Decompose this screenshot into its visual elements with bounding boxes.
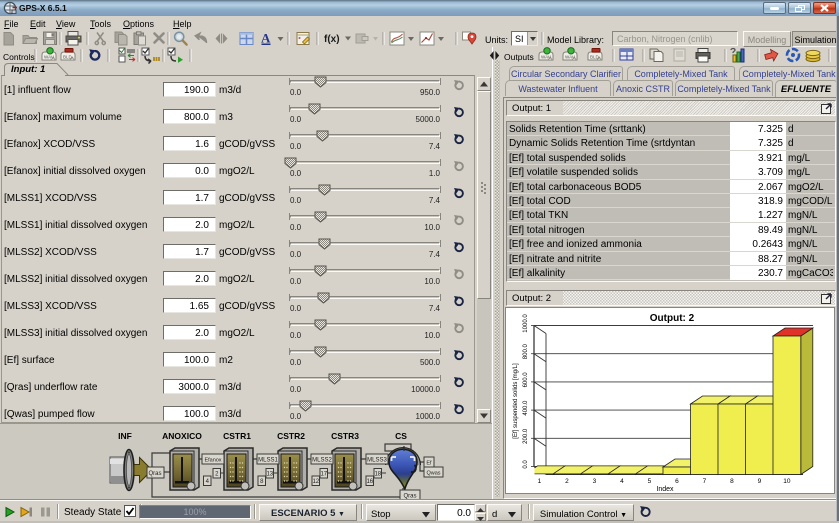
svg-text:A: A [261,31,271,46]
svg-text:ANOXICO: ANOXICO [162,431,202,441]
svg-text:INF: INF [118,431,132,441]
svg-text:Qwas: Qwas [426,471,440,477]
svg-text:Output: 2: Output: 2 [650,313,695,324]
svg-text:18: 18 [374,472,381,478]
svg-text:Index: Index [656,486,674,493]
svg-text:17: 17 [320,472,327,478]
svg-text:CSTR3: CSTR3 [331,431,359,441]
svg-text:200.0: 200.0 [523,428,529,444]
svg-text:CSTR1: CSTR1 [223,431,251,441]
svg-text:7: 7 [703,478,707,485]
svg-text:0.0: 0.0 [523,460,529,469]
svg-text:1000.0: 1000.0 [523,314,529,333]
svg-text:6: 6 [675,478,679,485]
svg-text:MLSS3: MLSS3 [367,458,387,464]
svg-text:CS: CS [395,431,407,441]
svg-text:MLSS2: MLSS2 [312,458,332,464]
svg-text:[Ef] suspended solids [mg/L]: [Ef] suspended solids [mg/L] [513,363,519,439]
svg-text:f(x): f(x) [324,34,340,45]
svg-text:1: 1 [538,478,542,485]
svg-text:3: 3 [593,478,597,485]
svg-text:800.0: 800.0 [523,344,529,360]
svg-text:Efanox: Efanox [204,458,221,464]
svg-text:600.0: 600.0 [523,372,529,388]
svg-text:2: 2 [565,478,569,485]
svg-text:16: 16 [366,479,373,485]
svg-text:Ef: Ef [426,461,432,467]
svg-text:12: 12 [312,479,319,485]
svg-text:9: 9 [758,478,762,485]
svg-text:MLSS1: MLSS1 [258,458,278,464]
svg-text:13: 13 [266,472,273,478]
svg-text:4: 4 [620,478,624,485]
svg-text:400.0: 400.0 [523,400,529,416]
svg-text:Qras: Qras [148,471,161,477]
svg-text:5: 5 [648,478,652,485]
svg-text:8: 8 [730,478,734,485]
svg-text:10: 10 [783,478,791,485]
svg-text:CSTR2: CSTR2 [277,431,305,441]
